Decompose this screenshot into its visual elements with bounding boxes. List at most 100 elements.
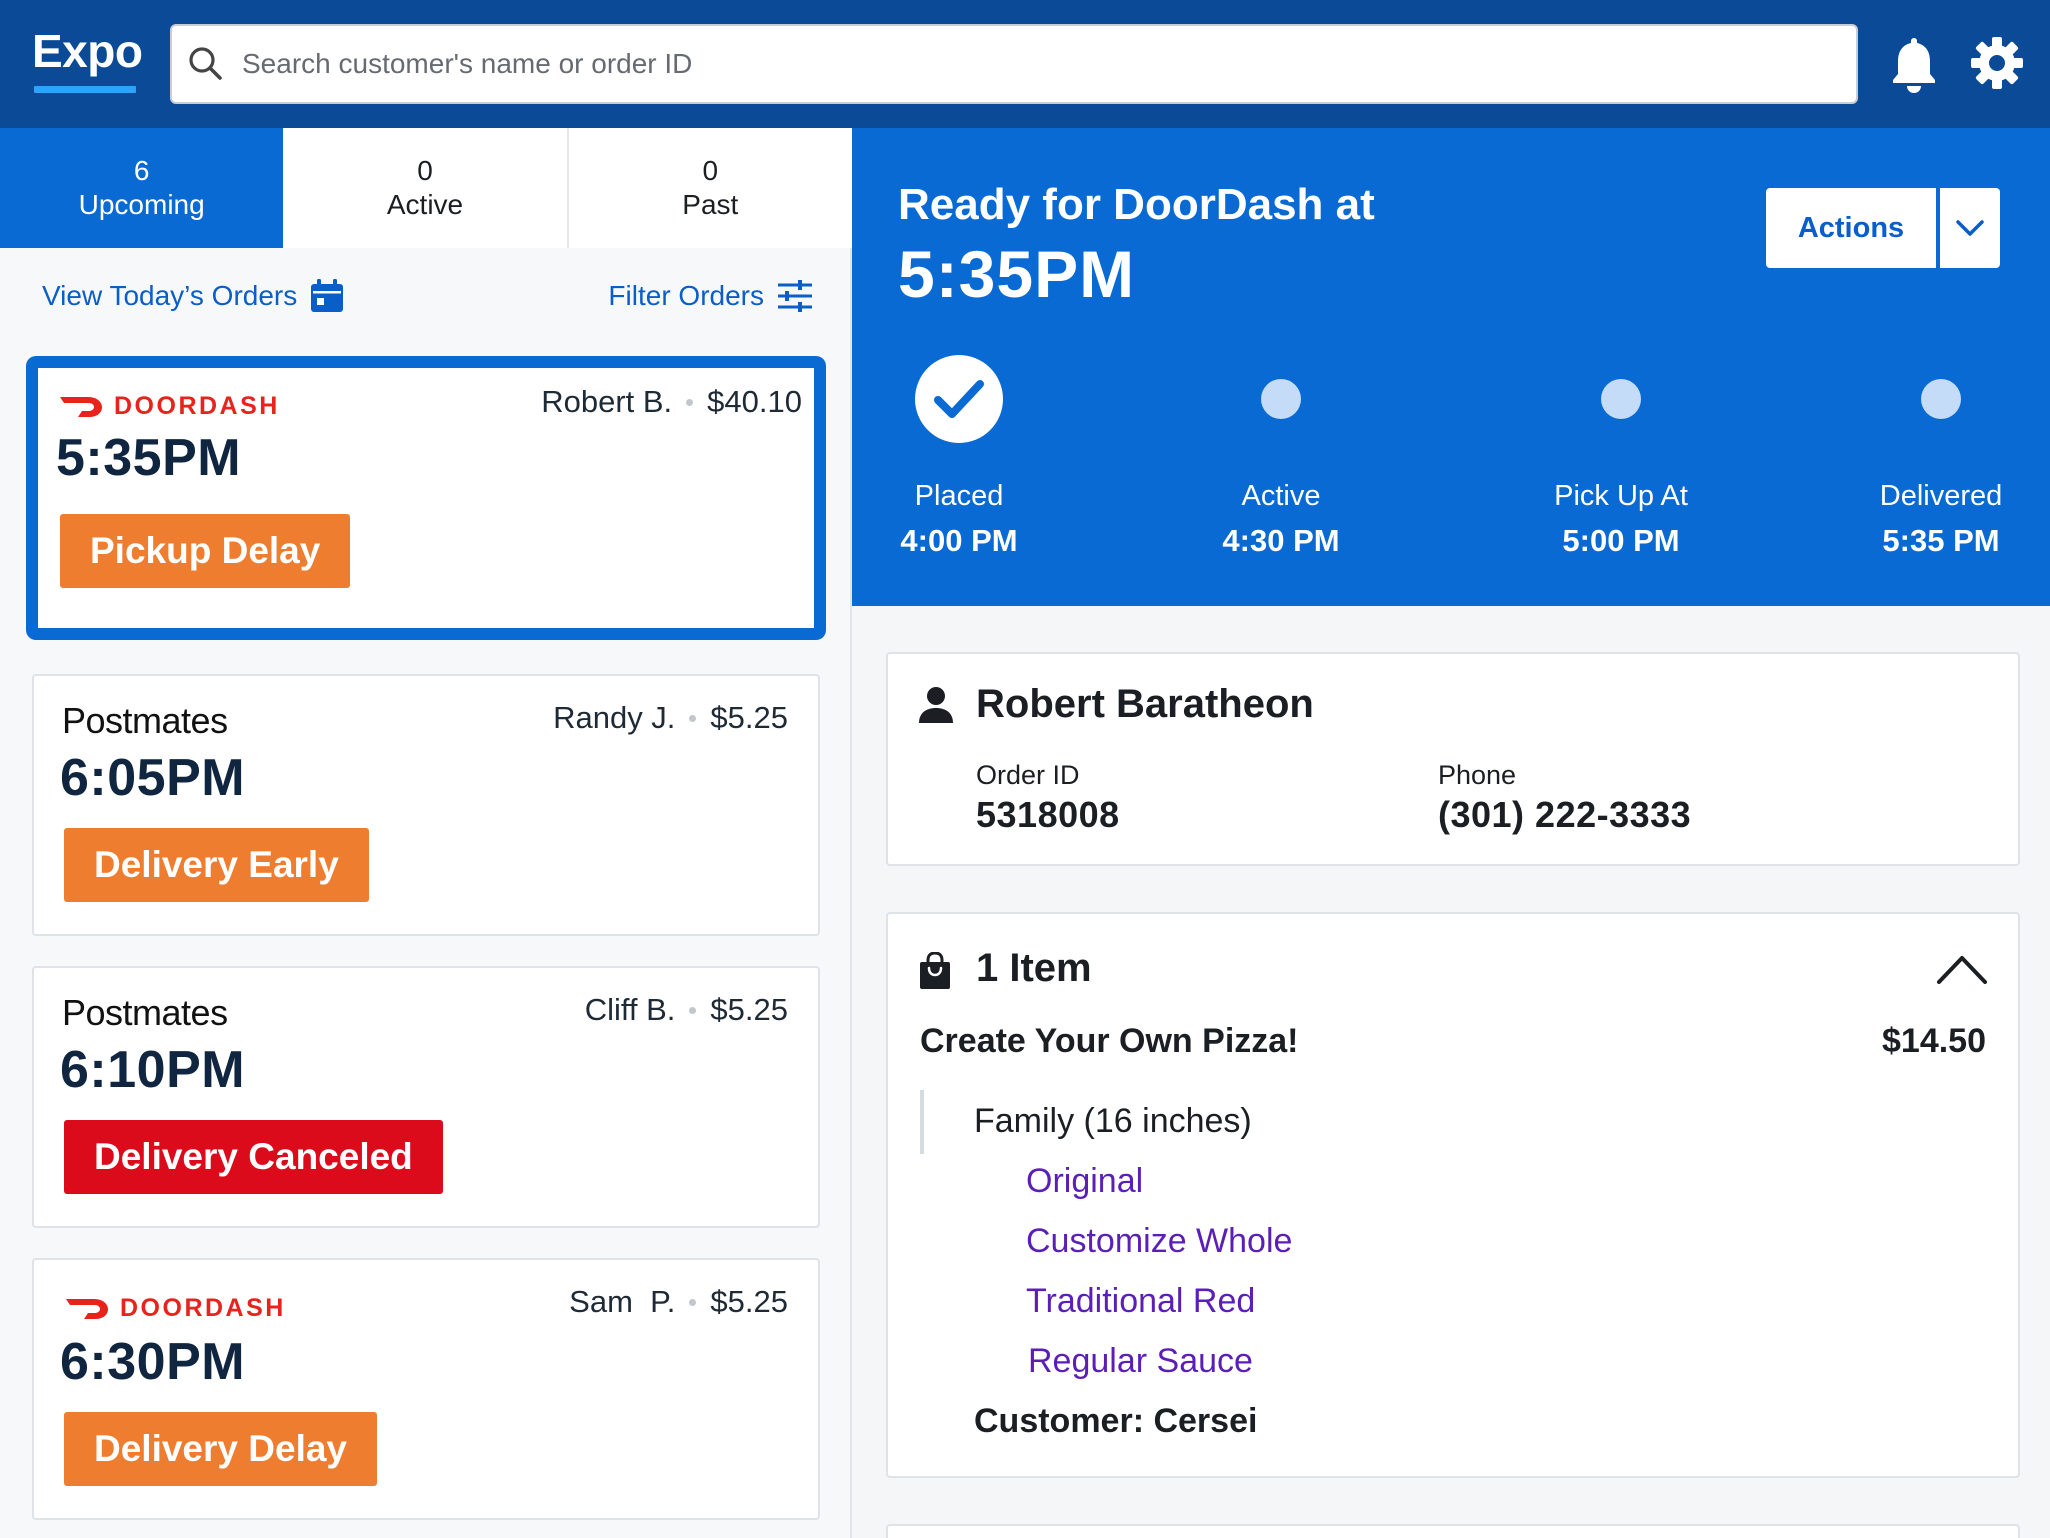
customer-info: Cliff B. $5.25: [585, 992, 788, 1028]
step-dot: [1601, 379, 1641, 419]
tab-past[interactable]: 0 Past: [569, 128, 852, 248]
modifier-divider: [920, 1090, 924, 1154]
customer-name: Sam P.: [569, 1284, 676, 1319]
step-indicator: [1921, 354, 1961, 444]
modifier-item: Traditional Red: [1026, 1282, 1256, 1320]
progress-step-placed: Placed 4:00 PM: [844, 354, 1074, 559]
top-bar: Expo: [0, 0, 2050, 128]
chevron-down-icon: [1956, 220, 1984, 236]
order-status-header: Ready for DoorDash at 5:35PM Actions Pla…: [852, 128, 2050, 606]
tab-active[interactable]: 0 Active: [283, 128, 569, 248]
separator-dot: [689, 714, 697, 722]
order-card[interactable]: DOORDASH Sam P. $5.25 6:30PM Delivery De…: [32, 1258, 820, 1520]
order-time: 5:35PM: [56, 429, 242, 487]
tab-upcoming[interactable]: 6 Upcoming: [0, 128, 284, 248]
status-title: Ready for DoorDash at: [898, 180, 1375, 229]
calendar-icon: [311, 279, 344, 312]
customer-info: Sam P. $5.25: [569, 1284, 788, 1320]
order-price: $5.25: [710, 992, 788, 1027]
status-time: 5:35PM: [898, 237, 1136, 311]
step-dot: [1921, 379, 1961, 419]
brand-name: Postmates: [62, 700, 228, 741]
progress-step-delivered: Delivered 5:35 PM: [1826, 354, 2050, 559]
step-label: Delivered: [1879, 480, 2003, 512]
modifier-item: Original: [1026, 1162, 1144, 1200]
app-logo[interactable]: Expo: [32, 24, 143, 78]
brand-name: Postmates: [62, 992, 228, 1033]
separator-dot: [686, 398, 694, 406]
customer-full-name: Robert Baratheon: [976, 682, 1314, 726]
view-todays-orders-link[interactable]: View Today’s Orders: [42, 278, 345, 314]
tab-label: Upcoming: [78, 189, 205, 220]
gear-icon[interactable]: [1970, 36, 2024, 90]
chevron-up-icon[interactable]: [1936, 952, 1988, 986]
item-price: $14.50: [1882, 1022, 1986, 1060]
doordash-logo-icon: [60, 396, 102, 417]
filter-sliders-icon: [778, 280, 812, 312]
items-count-title: 1 Item: [976, 946, 1092, 990]
item-size: Family (16 inches): [974, 1102, 1252, 1140]
status-badge: Delivery Canceled: [64, 1120, 443, 1194]
order-id-value: 5318008: [976, 794, 1120, 835]
step-indicator: [914, 354, 1004, 444]
customer-name: Cliff B.: [584, 992, 676, 1027]
person-icon: [919, 687, 953, 723]
logo-underline: [34, 86, 136, 93]
customer-info: Robert B. $40.10: [541, 384, 802, 420]
order-card[interactable]: Postmates Randy J. $5.25 6:05PM Delivery…: [32, 674, 820, 936]
actions-button[interactable]: Actions: [1766, 188, 1936, 268]
status-badge: Pickup Delay: [60, 514, 351, 588]
order-tabs: 6 Upcoming 0 Active 0 Past: [0, 128, 852, 248]
doordash-brand: DOORDASH: [64, 1294, 286, 1323]
step-dot: [1261, 379, 1301, 419]
modifier-item: Regular Sauce: [1028, 1342, 1253, 1380]
view-todays-orders-label: View Today’s Orders: [42, 280, 298, 311]
progress-step-pickup: Pick Up At 5:00 PM: [1506, 354, 1736, 559]
tab-count: 0: [417, 155, 433, 186]
order-price: $5.25: [710, 700, 788, 735]
step-indicator: [1601, 354, 1641, 444]
order-time: 6:30PM: [60, 1333, 246, 1391]
step-time: 4:30 PM: [1222, 523, 1340, 558]
actions-dropdown-toggle[interactable]: [1940, 188, 2000, 268]
step-time: 5:00 PM: [1562, 523, 1680, 558]
brand-name: DOORDASH: [114, 392, 280, 420]
brand-name: DOORDASH: [120, 1294, 286, 1322]
order-card[interactable]: Postmates Cliff B. $5.25 6:10PM Delivery…: [32, 966, 820, 1228]
step-time: 5:35 PM: [1882, 523, 2000, 558]
shopping-bag-icon: [920, 952, 950, 989]
separator-dot: [689, 1298, 697, 1306]
customer-note: Customer: Cersei: [974, 1402, 1258, 1440]
order-card[interactable]: DOORDASH Robert B. $40.10 5:35PM Pickup …: [26, 356, 826, 640]
tab-label: Active: [386, 189, 464, 220]
bell-icon[interactable]: [1888, 34, 1940, 94]
order-price: $40.10: [707, 384, 802, 419]
doordash-logo-icon: [66, 1298, 108, 1319]
customer-panel: Robert Baratheon Order ID 5318008 Phone …: [886, 652, 2020, 866]
checkmark-circle-icon: [915, 355, 1003, 443]
order-id-label: Order ID: [976, 760, 1080, 790]
filter-orders-link[interactable]: Filter Orders: [608, 278, 814, 314]
item-name: Create Your Own Pizza!: [920, 1022, 1299, 1060]
customer-name: Robert B.: [541, 384, 673, 419]
actions-split-button: Actions: [1766, 188, 2000, 268]
modifier-item: Customize Whole: [1026, 1222, 1293, 1260]
tab-count: 6: [133, 155, 150, 186]
next-panel: [886, 1524, 2020, 1538]
phone-label: Phone: [1438, 760, 1517, 790]
status-badge: Delivery Delay: [64, 1412, 378, 1486]
search-box[interactable]: [170, 24, 1858, 104]
step-label: Active: [1241, 480, 1321, 512]
tab-label: Past: [682, 189, 739, 220]
filter-orders-label: Filter Orders: [608, 280, 764, 311]
search-input[interactable]: [242, 48, 1856, 80]
customer-name: Randy J.: [553, 700, 676, 735]
customer-info: Randy J. $5.25: [553, 700, 788, 736]
tab-count: 0: [702, 155, 719, 186]
step-indicator: [1261, 354, 1301, 444]
separator-dot: [689, 1006, 697, 1014]
orders-panel: 6 Upcoming 0 Active 0 Past View Today’s …: [0, 128, 852, 1538]
order-links: View Today’s Orders Filter Orders: [0, 278, 852, 338]
status-badge: Delivery Early: [64, 828, 369, 902]
order-time: 6:10PM: [60, 1041, 246, 1099]
